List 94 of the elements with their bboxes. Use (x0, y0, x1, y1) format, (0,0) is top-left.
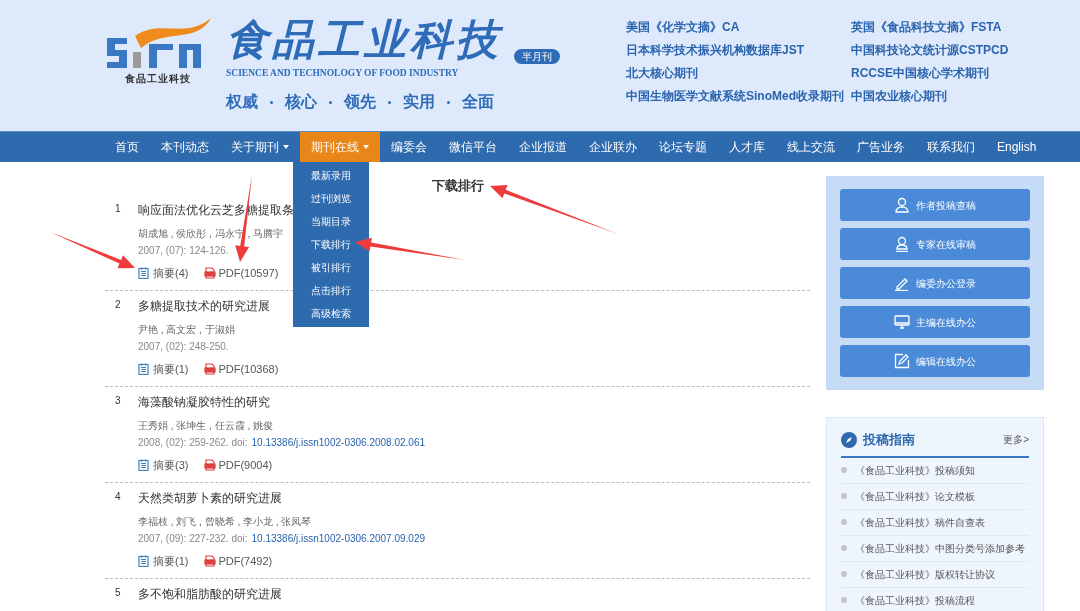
pdf-link[interactable]: PDF(10597) (204, 266, 279, 280)
article-number: 2 (114, 298, 122, 312)
sidebar-button[interactable]: 编委办公登录 (840, 267, 1030, 299)
nav-item[interactable]: 联系我们 (916, 132, 986, 162)
article-title[interactable]: 海藻酸钠凝胶特性的研究 (138, 394, 425, 410)
issue-badge: 半月刊 (514, 49, 560, 64)
dot-separator (388, 100, 391, 104)
dropdown-item[interactable]: 当期目录 (293, 210, 369, 233)
article-title[interactable]: 多不饱和脂肪酸的研究进展 (138, 586, 282, 602)
article-title[interactable]: 天然类胡萝卜素的研究进展 (138, 490, 425, 506)
nav-item[interactable]: 广告业务 (846, 132, 916, 162)
article-citation: 2008, (02): 259-262. doi: (138, 436, 248, 450)
article-authors: 王秀娟 , 张坤生 , 任云霞 , 姚俊 (138, 419, 274, 433)
dot-separator (270, 100, 273, 104)
dot-separator (329, 100, 332, 104)
abstract-link[interactable]: 摘要(3) (138, 458, 189, 472)
nav-item[interactable]: 本刊动态 (150, 132, 220, 162)
index-link[interactable]: 美国《化学文摘》CA (626, 19, 851, 35)
index-link[interactable]: 中国农业核心期刊 (851, 88, 1009, 104)
dropdown-item[interactable]: 过刊浏览 (293, 187, 369, 210)
document-icon (138, 459, 149, 471)
dropdown-item[interactable]: 高级检索 (293, 302, 369, 325)
nav-item[interactable]: 企业联办 (578, 132, 648, 162)
dropdown-item[interactable]: 点击排行 (293, 279, 369, 302)
guide-link[interactable]: 《食品工业科技》中图分类号添加参考 (855, 540, 1025, 556)
user-icon (894, 197, 910, 213)
pdf-icon (204, 267, 217, 279)
guide-link[interactable]: 《食品工业科技》版权转让协议 (855, 566, 995, 582)
doi-link[interactable]: 10.13386/j.issn1002-0306.2007.09.029 (251, 532, 425, 546)
nav-item[interactable]: 关于期刊 (220, 132, 300, 162)
slogan-word: 实用 (403, 92, 435, 113)
sidebar-button[interactable]: 主编在线办公 (840, 306, 1030, 338)
index-link[interactable]: RCCSE中国核心学术期刊 (851, 65, 1009, 81)
sidebar-button[interactable]: 专家在线审稿 (840, 228, 1030, 260)
article-number: 1 (114, 202, 122, 216)
edit-icon (894, 353, 910, 369)
pdf-link[interactable]: PDF(9004) (204, 458, 273, 472)
nav-item[interactable]: 编委会 (380, 132, 438, 162)
slogan-word: 领先 (344, 92, 376, 113)
index-link[interactable]: 中国科技论文统计源CSTPCD (851, 42, 1009, 58)
guide-link[interactable]: 《食品工业科技》论文模板 (855, 488, 975, 504)
nav-item[interactable]: 首页 (104, 132, 150, 162)
article-number: 5 (114, 586, 122, 600)
nav-item[interactable]: 论坛专题 (648, 132, 718, 162)
nav-item[interactable]: 人才库 (718, 132, 776, 162)
abstract-link[interactable]: 摘要(1) (138, 362, 189, 376)
document-icon (138, 555, 149, 567)
pdf-icon (204, 363, 217, 375)
page-heading: 下载排行 (432, 178, 484, 193)
article-citation: 2007, (07): 124-126. (138, 244, 229, 258)
guide-title: 投稿指南 (863, 431, 915, 449)
document-icon (138, 363, 149, 375)
guide-link[interactable]: 《食品工业科技》投稿流程 (855, 592, 975, 608)
pdf-link[interactable]: PDF(7492) (204, 554, 273, 568)
article-number: 3 (114, 394, 122, 408)
logo-caption: 食品工业科技 (125, 72, 191, 86)
index-link[interactable]: 中国生物医学文献系统SinoMed收录期刊 (626, 88, 851, 104)
article-citation: 2007, (02): 248-250. (138, 340, 229, 354)
document-icon (138, 267, 149, 279)
abstract-link[interactable]: 摘要(4) (138, 266, 189, 280)
nav-item[interactable]: English (986, 132, 1048, 162)
dropdown-item[interactable]: 下载排行 (293, 233, 369, 256)
nav-item[interactable]: 企业报道 (508, 132, 578, 162)
dot-separator (447, 100, 450, 104)
guide-link[interactable]: 《食品工业科技》稿件自查表 (855, 514, 985, 530)
slogan-word: 核心 (285, 92, 317, 113)
index-link[interactable]: 日本科学技术振兴机构数据库JST (626, 42, 851, 58)
compass-icon (841, 431, 857, 448)
pdf-icon (204, 459, 217, 471)
journal-subtitle: SCIENCE AND TECHNOLOGY OF FOOD INDUSTRY (226, 67, 460, 80)
article-authors: 尹艳 , 高文宏 , 于淑娟 (138, 323, 236, 337)
slogan-word: 权威 (226, 92, 258, 113)
article-title[interactable]: 多糖提取技术的研究进展 (138, 298, 279, 314)
index-link[interactable]: 北大核心期刊 (626, 65, 851, 81)
article-citation: 2007, (09): 227-232. doi: (138, 532, 248, 546)
more-link[interactable]: 更多> (1003, 432, 1029, 448)
user-icon (894, 236, 910, 252)
nav-item[interactable]: 微信平台 (438, 132, 508, 162)
article-authors: 李福枝 , 刘飞 , 曾晓希 , 李小龙 , 张凤琴 (138, 515, 313, 529)
pdf-icon (204, 555, 217, 567)
pdf-link[interactable]: PDF(10368) (204, 362, 279, 376)
doi-link[interactable]: 10.13386/j.issn1002-0306.2008.02.061 (251, 436, 425, 450)
nav-item[interactable]: 线上交流 (776, 132, 846, 162)
sidebar-button[interactable]: 作者投稿查稿 (840, 189, 1030, 221)
index-link[interactable]: 英国《食品科技文摘》FSTA (851, 19, 1009, 35)
guide-link[interactable]: 《食品工业科技》投稿须知 (855, 462, 975, 478)
slogan-word: 全面 (462, 92, 494, 113)
monitor-icon (894, 314, 910, 330)
dropdown-item[interactable]: 被引排行 (293, 256, 369, 279)
sidebar-button[interactable]: 编辑在线办公 (840, 345, 1030, 377)
journal-title: 食品工业科技 (226, 14, 502, 66)
dropdown-item[interactable]: 最新录用 (293, 164, 369, 187)
abstract-link[interactable]: 摘要(1) (138, 554, 189, 568)
article-number: 4 (114, 490, 122, 504)
